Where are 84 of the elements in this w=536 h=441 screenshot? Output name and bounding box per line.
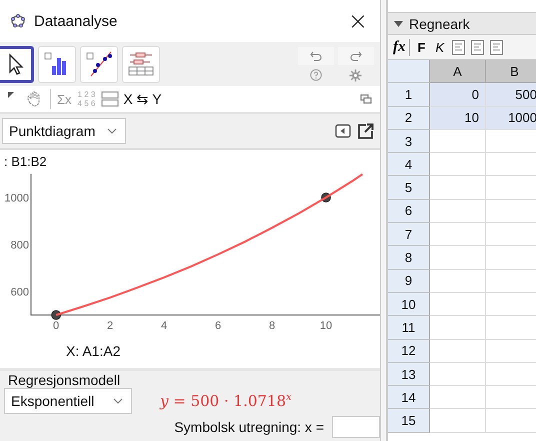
dropdown-triangle-icon[interactable] — [8, 92, 14, 98]
table-cell[interactable]: 10 — [430, 106, 486, 130]
row-header[interactable]: 13 — [388, 362, 430, 386]
x-source-label: X: A1:A2 — [66, 343, 122, 359]
data-point — [51, 310, 61, 320]
row-header[interactable]: 7 — [388, 223, 430, 246]
export-icon[interactable] — [357, 122, 374, 140]
align-icon[interactable] — [452, 40, 466, 54]
row-header[interactable]: 11 — [388, 316, 430, 340]
regression-model-dropdown[interactable]: Eksponentiell — [4, 388, 132, 414]
table-cell[interactable] — [430, 270, 486, 293]
window-title: Dataanalyse — [34, 12, 118, 30]
table-cell[interactable] — [430, 223, 486, 246]
bold-button[interactable]: F — [416, 40, 428, 54]
table-cell[interactable] — [430, 362, 486, 386]
table-cell[interactable] — [430, 176, 486, 200]
panel-splitter[interactable] — [380, 0, 388, 441]
sheet-corner[interactable] — [388, 60, 430, 84]
undo-icon — [309, 50, 323, 62]
row-header[interactable]: 4 — [388, 153, 430, 176]
scatter-plot-icon — [85, 50, 113, 78]
formula-button[interactable]: fx — [390, 38, 410, 56]
y-tick-label: 800 — [10, 240, 29, 252]
row-header[interactable]: 15 — [388, 409, 430, 433]
row-header[interactable]: 6 — [388, 200, 430, 224]
column-header[interactable]: B — [486, 60, 536, 84]
caret-icon — [107, 128, 118, 134]
x-input-field[interactable] — [332, 416, 380, 438]
close-button[interactable]: × — [344, 7, 372, 35]
y-tick-label: 1000 — [4, 192, 29, 204]
undo-button[interactable] — [298, 46, 334, 64]
row-header[interactable]: 8 — [388, 246, 430, 270]
settings-icon[interactable] — [349, 68, 362, 82]
row-header[interactable]: 2 — [388, 106, 430, 130]
table-cell[interactable] — [430, 153, 486, 176]
caret-icon — [113, 398, 123, 404]
y-tick-label: 600 — [10, 286, 29, 298]
split-panels-icon[interactable] — [101, 90, 120, 108]
align-icon[interactable] — [490, 40, 504, 54]
x-tick-label: 10 — [320, 320, 332, 332]
window-icon[interactable] — [360, 94, 372, 104]
table-cell[interactable] — [430, 316, 486, 340]
histogram-tool-button[interactable] — [38, 46, 76, 82]
table-cell[interactable] — [430, 386, 486, 410]
x-tick-label: 2 — [107, 320, 114, 332]
boxplot-tool-button[interactable] — [122, 46, 160, 82]
align-icon[interactable] — [471, 40, 484, 54]
data-point — [321, 192, 331, 202]
scatter-tool-button[interactable] — [80, 46, 118, 82]
table-cell[interactable] — [430, 340, 486, 363]
pointer-tool-button[interactable] — [0, 46, 34, 82]
app-logo-icon — [10, 13, 26, 29]
box-plot-icon — [126, 50, 156, 78]
x-tick-label: 4 — [161, 320, 168, 332]
row-header[interactable]: 9 — [388, 270, 430, 293]
redo-icon — [349, 50, 363, 62]
regression-formula: y = 500 · 1.0718$^{x}$ — [160, 392, 292, 410]
row-header[interactable]: 5 — [388, 176, 430, 200]
italic-button[interactable]: K — [433, 40, 446, 54]
panel-title: Regneark — [409, 16, 470, 32]
symbolic-calc-label: Symbolsk utregning: x = — [174, 419, 324, 435]
table-cell[interactable]: 0 — [430, 83, 486, 107]
help-icon[interactable] — [310, 68, 322, 80]
collapse-icon[interactable] — [335, 124, 351, 138]
row-header[interactable]: 14 — [388, 386, 430, 410]
y-source-label: : B1:B2 — [3, 153, 48, 166]
table-cell[interactable] — [430, 200, 486, 224]
table-cell[interactable] — [430, 246, 486, 270]
row-header[interactable]: 10 — [388, 292, 430, 316]
table-cell[interactable] — [430, 292, 486, 316]
redo-button[interactable] — [338, 46, 374, 64]
collapse-triangle-icon[interactable] — [394, 20, 403, 26]
column-header[interactable]: A — [430, 60, 486, 84]
x-tick-label: 8 — [268, 320, 276, 332]
plot-type-dropdown[interactable]: Punktdiagram — [2, 118, 126, 144]
x-tick-label: 0 — [53, 320, 60, 332]
table-cell[interactable] — [430, 409, 486, 433]
row-header[interactable]: 3 — [388, 130, 430, 154]
regression-group-title: Regresjonsmodell — [8, 372, 122, 388]
x-tick-label: 6 — [215, 320, 222, 332]
swap-xy-button[interactable]: X ⇆ Y — [123, 91, 162, 107]
row-header[interactable]: 12 — [388, 340, 430, 363]
row-header[interactable]: 1 — [388, 83, 430, 107]
table-cell[interactable] — [430, 130, 486, 154]
